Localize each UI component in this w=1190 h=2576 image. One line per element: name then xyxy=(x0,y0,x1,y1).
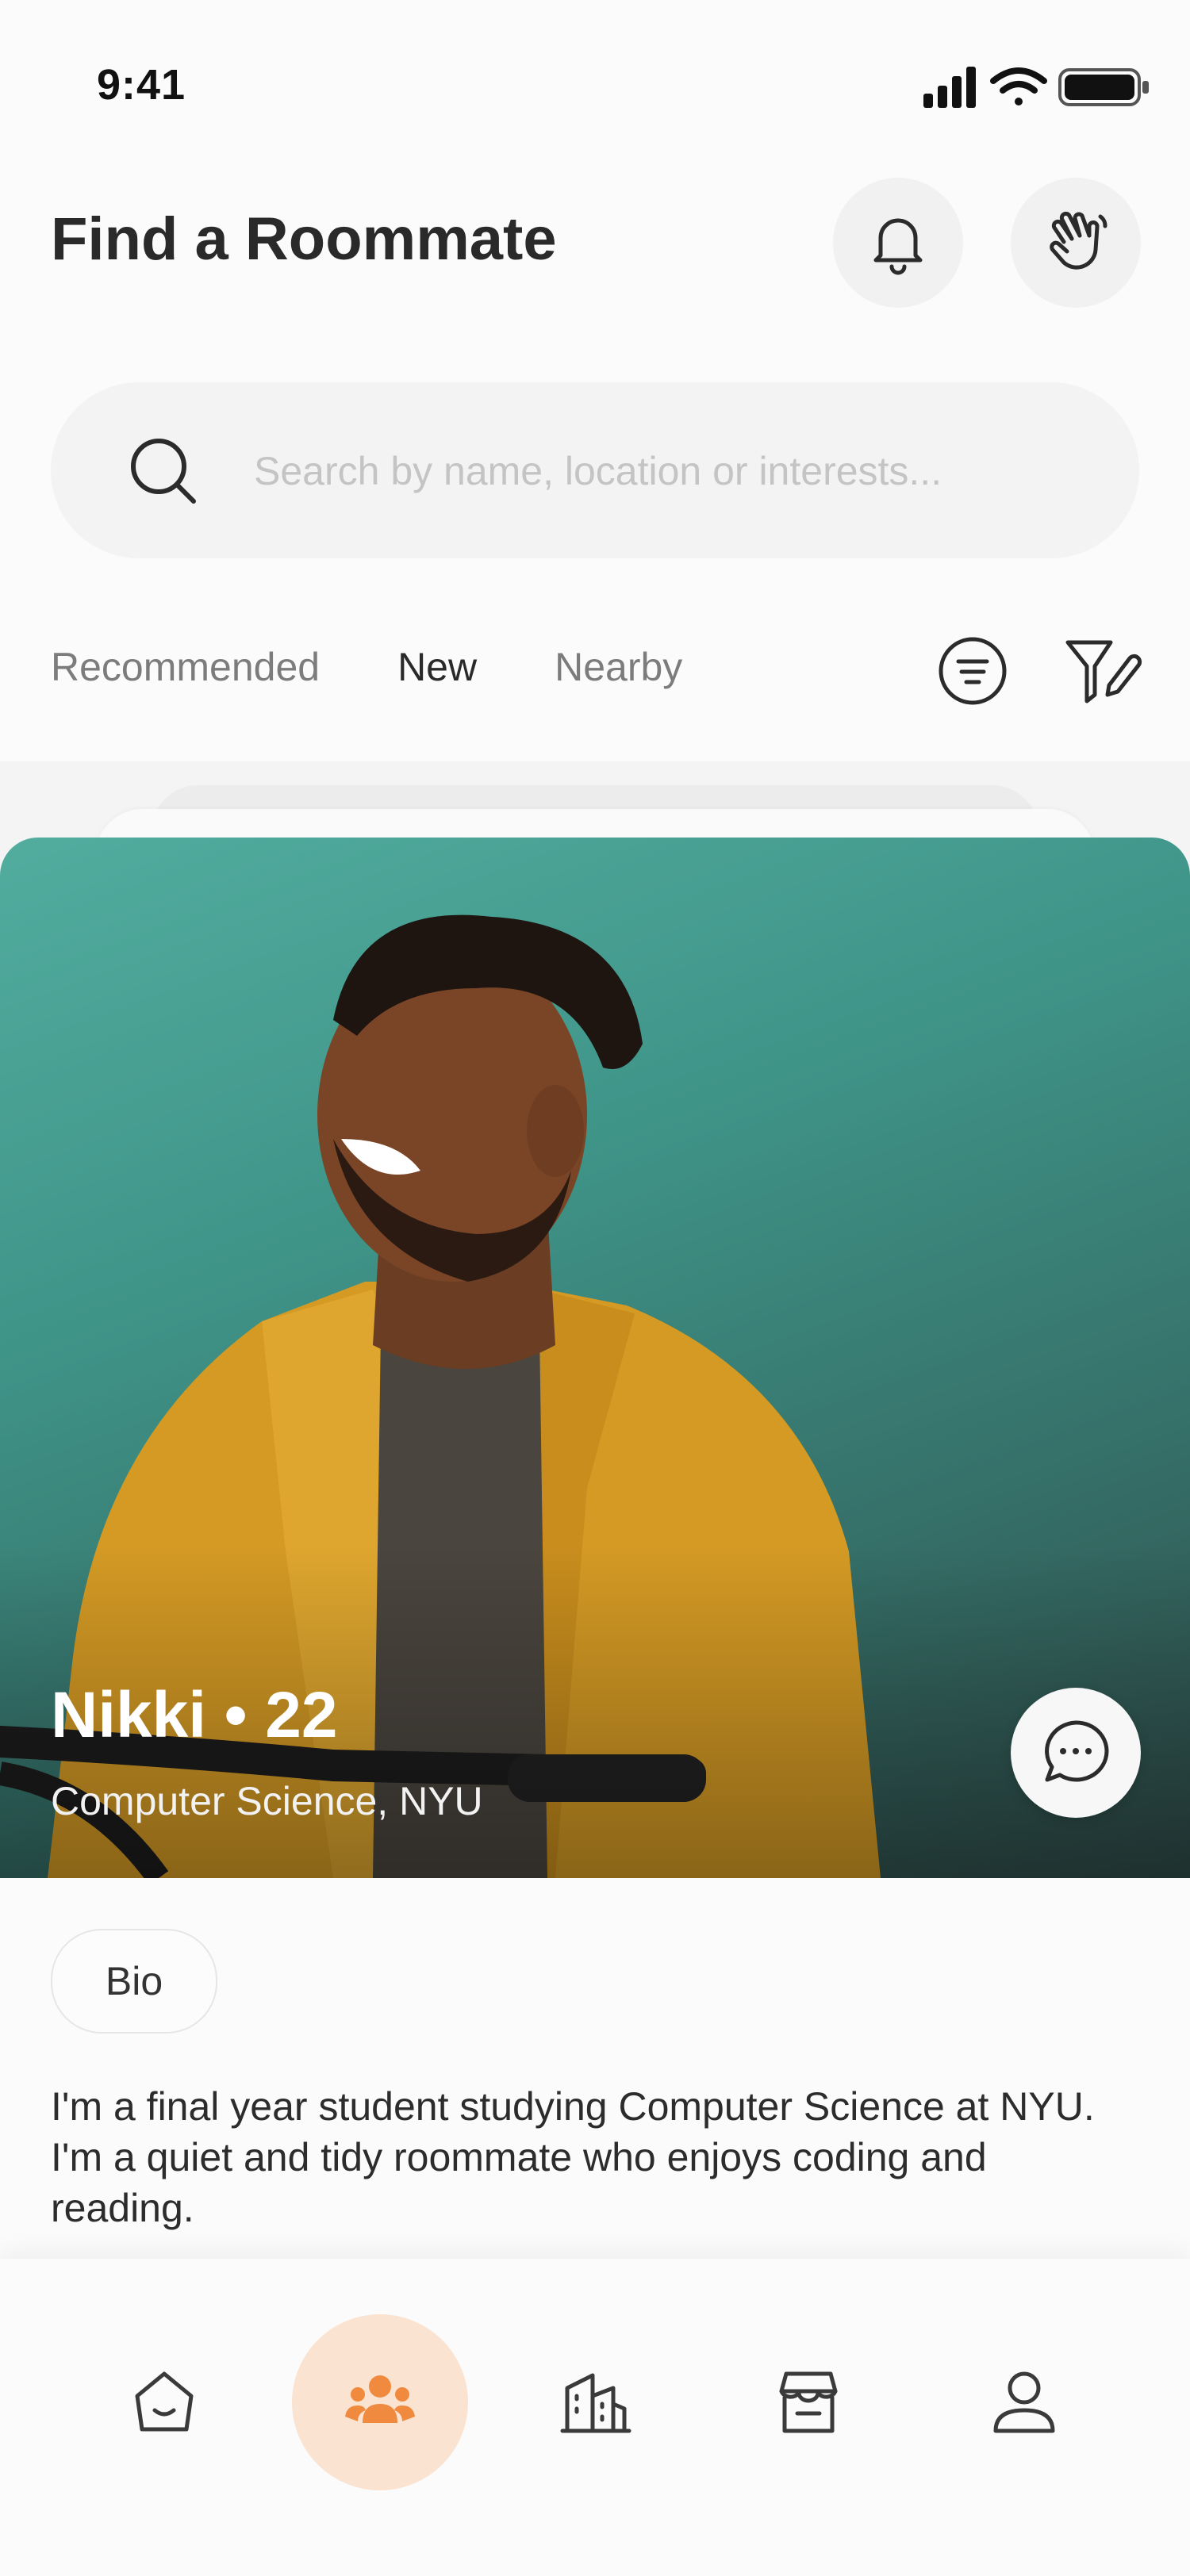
bell-icon xyxy=(873,218,923,275)
status-time: 9:41 xyxy=(97,61,186,109)
roommates-icon xyxy=(345,2375,415,2423)
tab-nearby[interactable]: Nearby xyxy=(555,644,682,690)
nav-marketplace[interactable] xyxy=(720,2314,896,2490)
notifications-button[interactable] xyxy=(833,178,963,308)
search-icon xyxy=(131,439,196,504)
nav-buildings[interactable] xyxy=(508,2314,684,2490)
nav-roommates[interactable] xyxy=(292,2314,468,2490)
sort-icon xyxy=(939,637,1007,705)
wifi-icon xyxy=(990,67,1047,105)
tab-bar: Recommended New Nearby xyxy=(51,644,760,690)
filter-edit-icon xyxy=(1065,640,1142,703)
search-bar[interactable] xyxy=(51,382,1139,558)
chat-bubble-icon xyxy=(1045,1720,1109,1782)
signal-icon xyxy=(923,67,976,108)
profile-card[interactable]: Nikki • 22 Computer Science, NYU Bio I'm… xyxy=(0,838,1190,2265)
status-icons xyxy=(923,65,1154,109)
sort-button[interactable] xyxy=(936,634,1009,707)
bottom-nav xyxy=(0,2259,1190,2576)
filter-button[interactable] xyxy=(1063,634,1142,707)
marketplace-icon xyxy=(779,2371,838,2433)
tab-recommended[interactable]: Recommended xyxy=(51,644,320,690)
bio-text: I'm a final year student studying Comput… xyxy=(51,2084,1095,2230)
profile-icon xyxy=(993,2371,1055,2433)
nav-home[interactable] xyxy=(76,2314,252,2490)
nav-profile[interactable] xyxy=(936,2314,1112,2490)
profile-name: Nikki • 22 xyxy=(51,1679,338,1751)
profile-subtitle: Computer Science, NYU xyxy=(51,1779,483,1823)
waving-hand-icon xyxy=(1050,211,1107,270)
page-title: Find a Roommate xyxy=(51,205,557,273)
home-icon xyxy=(135,2371,194,2432)
search-input[interactable] xyxy=(252,435,1096,508)
buildings-icon xyxy=(560,2373,631,2433)
wave-button[interactable] xyxy=(1011,178,1141,308)
tab-new[interactable]: New xyxy=(397,644,477,690)
battery-icon xyxy=(1058,68,1149,106)
message-button[interactable] xyxy=(1011,1688,1141,1818)
bio-chip[interactable]: Bio xyxy=(51,1929,217,2034)
